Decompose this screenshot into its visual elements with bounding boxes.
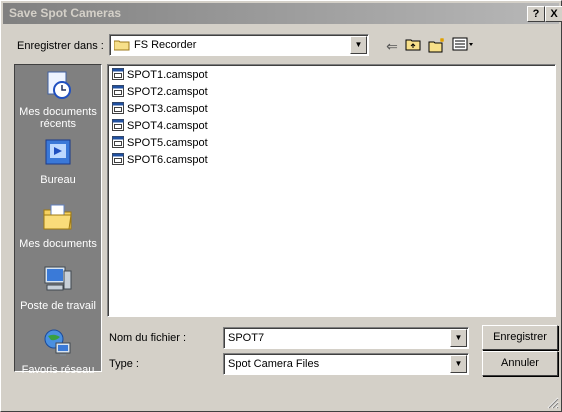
file-name: SPOT2.camspot: [127, 86, 208, 98]
file-icon: [112, 102, 124, 114]
filename-combo[interactable]: SPOT7 ▼: [223, 327, 469, 349]
file-icon: [112, 119, 124, 131]
place-recent-documents[interactable]: Mes documents récents: [15, 69, 101, 130]
file-name: SPOT3.camspot: [127, 103, 208, 115]
file-item[interactable]: SPOT6.camspot: [112, 152, 208, 168]
my-documents-icon: [15, 201, 101, 236]
file-item[interactable]: SPOT1.camspot: [112, 67, 208, 83]
file-item[interactable]: SPOT5.camspot: [112, 135, 208, 151]
place-label: Mes documents: [19, 238, 97, 250]
filetype-select[interactable]: Spot Camera Files ▼: [223, 353, 469, 375]
save-in-label: Enregistrer dans :: [17, 40, 104, 52]
filetype-label: Type :: [109, 358, 139, 370]
chevron-down-icon[interactable]: ▼: [450, 329, 467, 347]
view-menu-button[interactable]: [451, 37, 475, 55]
up-folder-button[interactable]: [404, 37, 422, 55]
place-label: Mes documents récents: [19, 106, 97, 130]
save-button[interactable]: Enregistrer: [482, 325, 558, 350]
file-icon: [112, 136, 124, 148]
place-my-documents[interactable]: Mes documents: [15, 201, 101, 250]
file-icon: [112, 85, 124, 97]
recent-documents-icon: [15, 69, 101, 104]
help-button[interactable]: ?: [527, 6, 545, 22]
places-bar: Mes documents récents Bureau Mes documen…: [14, 64, 102, 376]
filetype-value: Spot Camera Files: [228, 358, 320, 370]
chevron-down-icon[interactable]: ▼: [350, 36, 367, 54]
resize-grip-icon[interactable]: [547, 397, 559, 409]
file-icon: [112, 68, 124, 80]
place-label: Poste de travail: [20, 300, 96, 312]
filename-label: Nom du fichier :: [109, 332, 187, 344]
place-label: Favoris réseau: [21, 364, 95, 376]
back-arrow-icon: ⇐: [386, 38, 398, 54]
place-my-computer[interactable]: Poste de travail: [15, 263, 101, 312]
network-places-icon: [15, 327, 101, 362]
new-folder-button[interactable]: [428, 37, 446, 55]
my-computer-icon: [15, 263, 101, 298]
file-icon: [112, 153, 124, 165]
file-item[interactable]: SPOT2.camspot: [112, 84, 208, 100]
file-name: SPOT1.camspot: [127, 69, 208, 81]
file-item[interactable]: SPOT3.camspot: [112, 101, 208, 117]
chevron-down-icon[interactable]: ▼: [450, 355, 467, 373]
close-button[interactable]: X: [545, 6, 562, 22]
file-name: SPOT4.camspot: [127, 120, 208, 132]
filename-input[interactable]: SPOT7: [228, 332, 264, 344]
save-in-value: FS Recorder: [134, 39, 197, 51]
save-dialog: Save Spot Cameras ? X Enregistrer dans :…: [0, 0, 562, 412]
new-folder-icon: [428, 38, 444, 53]
file-list[interactable]: SPOT1.camspot SPOT2.camspot SPOT3.camspo…: [107, 64, 556, 317]
place-network-places[interactable]: Favoris réseau: [15, 327, 101, 376]
back-button[interactable]: ⇐: [383, 37, 401, 55]
desktop-icon: [15, 137, 101, 172]
place-desktop[interactable]: Bureau: [15, 137, 101, 186]
place-label: Bureau: [40, 174, 76, 186]
window-title: Save Spot Cameras: [9, 6, 122, 20]
cancel-button[interactable]: Annuler: [482, 351, 558, 376]
title-bar[interactable]: Save Spot Cameras ? X: [3, 3, 562, 24]
up-folder-icon: [405, 39, 421, 51]
folder-icon: [113, 39, 130, 54]
file-name: SPOT6.camspot: [127, 154, 208, 166]
file-item[interactable]: SPOT4.camspot: [112, 118, 208, 134]
view-menu-icon: [452, 37, 473, 51]
save-in-combo[interactable]: FS Recorder ▼: [109, 34, 369, 56]
file-name: SPOT5.camspot: [127, 137, 208, 149]
